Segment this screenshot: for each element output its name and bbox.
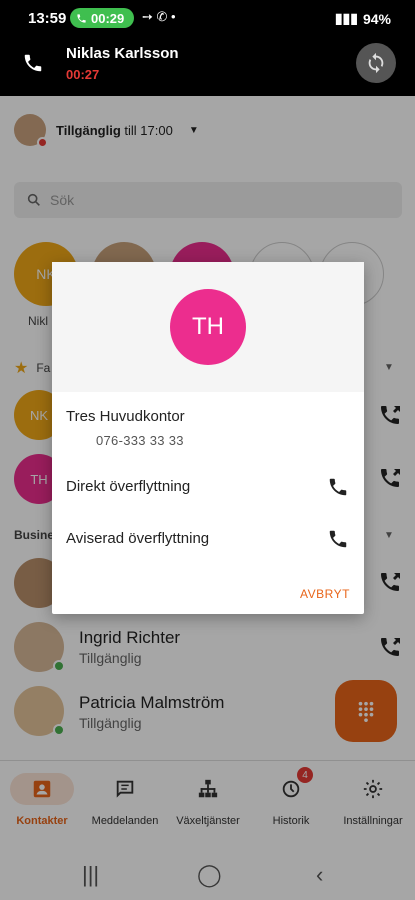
status-bar: 13:59 00:29 ➙ ✆ • ▮▮▮ 94% (0, 0, 415, 36)
dialog-header: TH (52, 262, 364, 392)
cancel-button[interactable]: AVBRYT (300, 587, 350, 601)
swap-call-button[interactable] (356, 43, 396, 83)
notification-icons: ➙ ✆ • (142, 9, 176, 24)
direct-transfer-option[interactable]: Direkt överflyttning (66, 478, 190, 495)
dialog-contact-name: Tres Huvudkontor (66, 408, 185, 425)
phone-icon[interactable] (327, 476, 349, 498)
status-right: ▮▮▮ 94% (335, 10, 391, 27)
call-transfer-icon (24, 54, 42, 72)
top-bar: 13:59 00:29 ➙ ✆ • ▮▮▮ 94% Niklas Karlsso… (0, 0, 415, 96)
dialog-contact-number: 076-333 33 33 (96, 433, 184, 448)
status-time: 13:59 (28, 10, 67, 27)
call-timer: 00:29 (91, 10, 125, 26)
announced-transfer-option[interactable]: Aviserad överflyttning (66, 530, 209, 547)
active-call-duration: 00:27 (66, 67, 100, 82)
battery-level: 94% (362, 10, 391, 27)
transfer-dialog: TH Tres Huvudkontor 076-333 33 33 Direkt… (52, 262, 364, 614)
signal-icon: ▮▮▮ (334, 10, 358, 26)
active-call-name: Niklas Karlsson (66, 45, 179, 62)
dialog-contact-avatar: TH (170, 289, 246, 365)
sync-icon (368, 52, 384, 74)
phone-icon (77, 13, 86, 23)
ongoing-call-pill[interactable]: 00:29 (70, 8, 134, 28)
phone-icon[interactable] (327, 528, 349, 550)
